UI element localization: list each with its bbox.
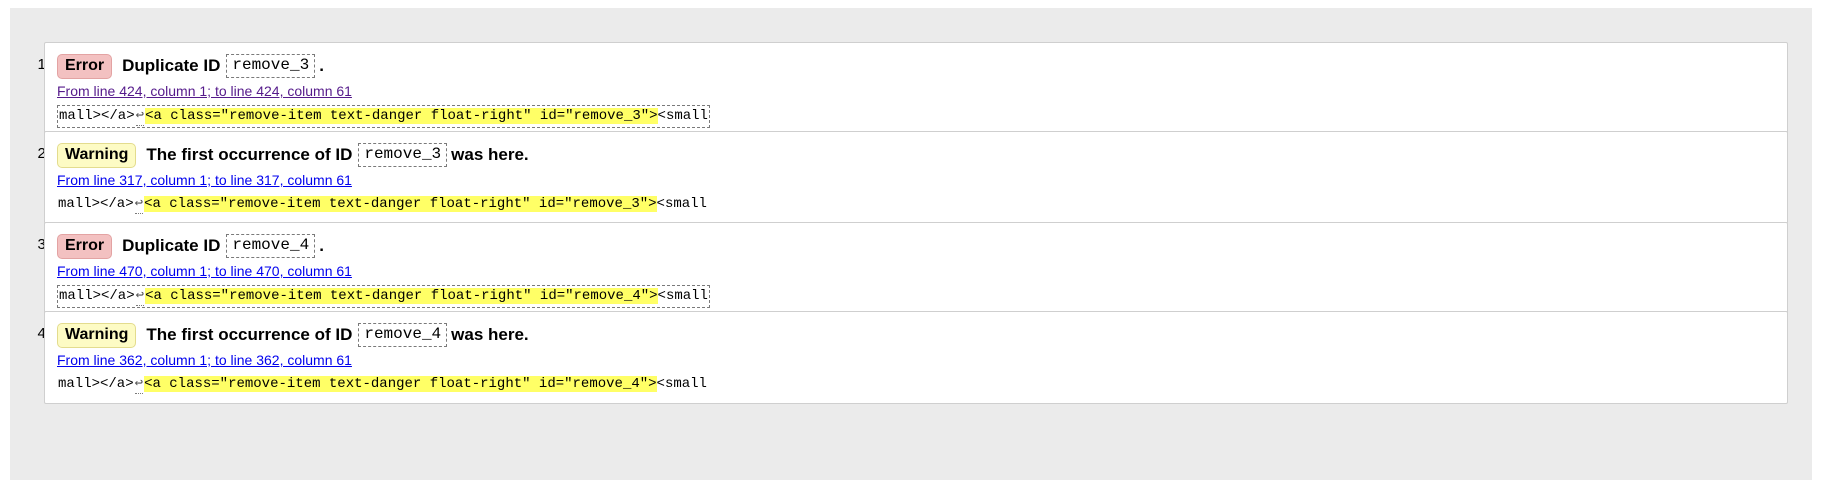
extract-before: mall></a> xyxy=(58,376,134,392)
extract-highlight: <a class="remove-item text-danger float-… xyxy=(144,196,657,212)
message-suffix: was here. xyxy=(451,145,529,164)
extract-before: mall></a> xyxy=(59,108,135,124)
error-badge: Error xyxy=(57,53,113,79)
duplicate-id-code: remove_3 xyxy=(358,143,448,167)
duplicate-id-code: remove_4 xyxy=(226,234,316,258)
message-text: The first occurrence of ID xyxy=(146,325,353,344)
extract-after: <small xyxy=(657,288,708,304)
message-item: 2. Warning The first occurrence of ID re… xyxy=(10,131,1812,226)
message-suffix: . xyxy=(319,236,324,255)
message-item: 3. Error Duplicate ID remove_4 . From li… xyxy=(10,222,1812,317)
error-badge: Error xyxy=(57,233,113,259)
message-suffix: . xyxy=(319,56,324,75)
extract-highlight: <a class="remove-item text-danger float-… xyxy=(145,288,658,304)
source-extract: mall></a>↩<a class="remove-item text-dan… xyxy=(57,105,710,128)
source-location-link[interactable]: From line 362, column 1; to line 362, co… xyxy=(57,352,352,368)
message-box: Warning The first occurrence of ID remov… xyxy=(44,131,1788,224)
extract-after: <small xyxy=(656,376,707,392)
extract-before: mall></a> xyxy=(59,288,135,304)
message-suffix: was here. xyxy=(451,325,529,344)
message-item: 4. Warning The first occurrence of ID re… xyxy=(10,311,1812,406)
message-box: Error Duplicate ID remove_3 . From line … xyxy=(44,42,1788,135)
message-heading: Warning The first occurrence of ID remov… xyxy=(57,322,529,348)
line-feed-icon: ↩ xyxy=(135,108,145,126)
validation-results-panel: 1. Error Duplicate ID remove_3 . From li… xyxy=(10,8,1812,480)
extract-after: <small xyxy=(657,108,708,124)
source-extract: mall></a>↩<a class="remove-item text-dan… xyxy=(57,194,708,215)
line-feed-icon: ↩ xyxy=(135,288,145,306)
message-box: Warning The first occurrence of ID remov… xyxy=(44,311,1788,404)
line-feed-icon: ↩ xyxy=(134,196,144,214)
message-text: The first occurrence of ID xyxy=(146,145,353,164)
line-feed-icon: ↩ xyxy=(134,376,144,394)
message-text: Duplicate ID xyxy=(122,56,221,75)
source-location-link[interactable]: From line 317, column 1; to line 317, co… xyxy=(57,172,352,188)
message-heading: Error Duplicate ID remove_3 . xyxy=(57,53,324,79)
warning-badge: Warning xyxy=(57,322,137,348)
message-box: Error Duplicate ID remove_4 . From line … xyxy=(44,222,1788,315)
message-heading: Error Duplicate ID remove_4 . xyxy=(57,233,324,259)
message-text: Duplicate ID xyxy=(122,236,221,255)
warning-badge: Warning xyxy=(57,142,137,168)
extract-highlight: <a class="remove-item text-danger float-… xyxy=(145,108,658,124)
source-extract: mall></a>↩<a class="remove-item text-dan… xyxy=(57,285,710,308)
source-location-link[interactable]: From line 470, column 1; to line 470, co… xyxy=(57,263,352,279)
message-heading: Warning The first occurrence of ID remov… xyxy=(57,142,529,168)
source-location-link[interactable]: From line 424, column 1; to line 424, co… xyxy=(57,83,352,99)
extract-highlight: <a class="remove-item text-danger float-… xyxy=(144,376,657,392)
message-item: 1. Error Duplicate ID remove_3 . From li… xyxy=(10,42,1812,137)
extract-after: <small xyxy=(656,196,707,212)
duplicate-id-code: remove_4 xyxy=(358,323,448,347)
extract-before: mall></a> xyxy=(58,196,134,212)
source-extract: mall></a>↩<a class="remove-item text-dan… xyxy=(57,374,708,395)
duplicate-id-code: remove_3 xyxy=(226,54,316,78)
